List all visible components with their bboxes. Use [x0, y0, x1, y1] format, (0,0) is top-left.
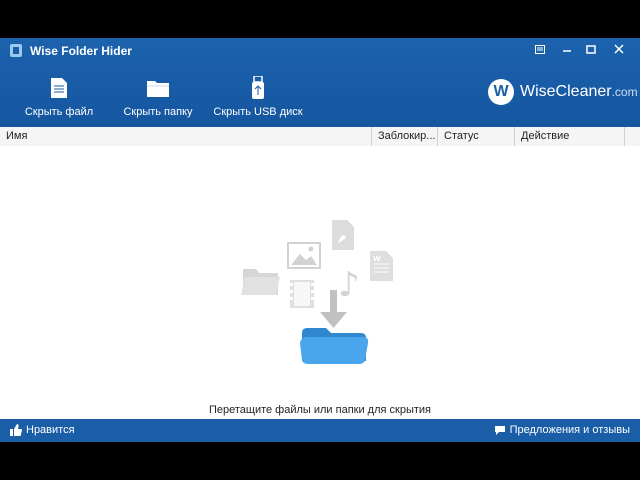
drop-area[interactable]: ♪ W Перетащите файлы или папки для скрыт…: [0, 146, 640, 419]
pdf-gray-icon: [332, 220, 354, 250]
thumbs-up-icon: [10, 424, 22, 436]
header: Wise Folder Hider Скрыть файл Скрыть пап…: [0, 38, 640, 127]
image-gray-icon: [287, 242, 321, 269]
file-icon: [51, 78, 67, 98]
brand-name: WiseCleaner: [520, 83, 612, 100]
hide-file-label: Скрыть файл: [24, 106, 94, 118]
feedback-button[interactable]: Предложения и отзывы: [494, 424, 630, 436]
app-window: Wise Folder Hider Скрыть файл Скрыть пап…: [0, 38, 640, 442]
folder-gray-icon: [241, 269, 280, 295]
app-title: Wise Folder Hider: [30, 44, 132, 58]
footer: Нравится Предложения и отзывы: [0, 419, 640, 442]
feedback-label: Предложения и отзывы: [509, 424, 630, 436]
table-header: Имя Заблокир... Статус Действие: [0, 127, 640, 147]
music-note-icon: ♪: [338, 265, 360, 305]
like-button[interactable]: Нравится: [10, 424, 75, 436]
svg-text:♪: ♪: [338, 265, 360, 305]
column-locked[interactable]: Заблокир...: [372, 127, 438, 146]
close-icon[interactable]: [611, 42, 627, 56]
minimize-icon[interactable]: [559, 42, 575, 56]
app-icon: [10, 44, 22, 57]
like-label: Нравится: [26, 424, 75, 436]
hide-usb-label: Скрыть USB диск: [213, 106, 303, 118]
document-gray-icon: W: [370, 251, 393, 281]
hide-usb-button[interactable]: Скрыть USB диск: [213, 76, 303, 118]
blue-folder-icon: [300, 328, 369, 364]
brand-domain: .com: [611, 85, 638, 99]
video-gray-icon: [290, 280, 314, 308]
drop-illustration: ♪ W: [241, 220, 393, 364]
usb-icon: [252, 76, 264, 99]
column-action[interactable]: Действие: [515, 127, 625, 146]
brand-logo-icon: W: [488, 79, 514, 105]
hide-file-button[interactable]: Скрыть файл: [22, 76, 96, 118]
wisecleaner-logo[interactable]: W WiseCleaner.com: [488, 78, 638, 106]
speech-bubble-icon: [494, 425, 505, 435]
svg-text:W: W: [373, 255, 381, 263]
hide-folder-label: Скрыть папку: [123, 106, 193, 118]
drop-hint-text: Перетащите файлы или папки для скрытия: [208, 404, 432, 416]
menu-icon[interactable]: [532, 42, 548, 56]
maximize-icon[interactable]: [583, 42, 599, 56]
hide-folder-button[interactable]: Скрыть папку: [120, 76, 196, 118]
title-bar: Wise Folder Hider: [0, 38, 640, 62]
column-name[interactable]: Имя: [0, 127, 372, 146]
folder-icon: [147, 81, 169, 97]
column-status[interactable]: Статус: [438, 127, 515, 146]
